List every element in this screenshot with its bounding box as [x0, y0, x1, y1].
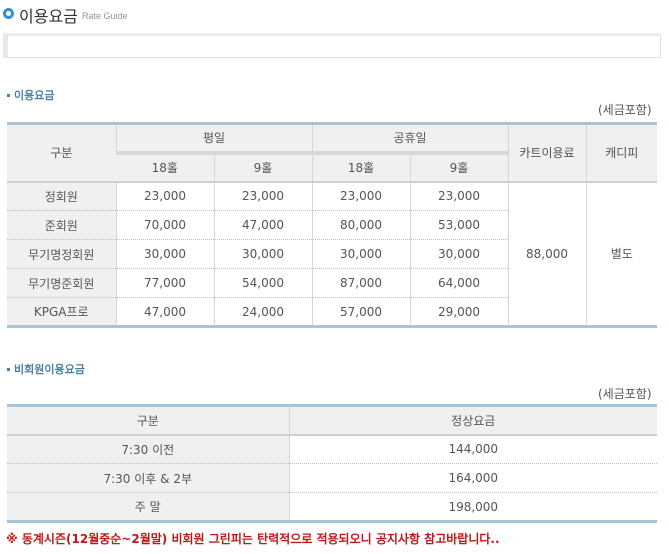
cell-holiday-18: 23,000 — [311, 180, 410, 211]
cell-weekday-18: 30,000 — [115, 239, 214, 269]
cell-weekday-18: 47,000 — [115, 297, 214, 327]
cell-weekday-9: 23,000 — [213, 180, 312, 211]
table-row: 7:30 이전 144,000 — [7, 433, 657, 464]
row-label: KPGA프로 — [7, 297, 116, 327]
cell-weekday-18: 23,000 — [115, 180, 214, 211]
cell-holiday-18: 87,000 — [311, 268, 410, 298]
cell-weekday-9: 30,000 — [213, 239, 312, 269]
row-label: 7:30 이전 — [7, 433, 289, 464]
circle-bullet-icon — [3, 8, 14, 19]
notice-box — [3, 33, 661, 58]
winter-season-footnote: ※ 동계시즌(12월중순~2월말) 비회원 그린피는 탄력적으로 적용되오니 공… — [6, 532, 500, 546]
cell-holiday-18: 80,000 — [311, 210, 410, 240]
header-holiday-9: 9홀 — [409, 150, 508, 182]
row-label: 주 말 — [7, 492, 289, 522]
page-title: 이용요금 — [19, 7, 78, 26]
cell-holiday-9: 64,000 — [409, 268, 508, 298]
nonmember-section-title: 비회원이용요금 — [7, 361, 85, 377]
row-label: 정회원 — [7, 180, 116, 211]
cell-price: 164,000 — [288, 463, 657, 493]
cell-holiday-9: 23,000 — [409, 180, 508, 211]
nonmember-table: 구분 정상요금 7:30 이전 144,000 7:30 이후 & 2부 164… — [7, 404, 657, 523]
cell-holiday-9: 29,000 — [409, 297, 508, 327]
cell-holiday-18: 57,000 — [311, 297, 410, 327]
header-category: 구분 — [7, 405, 289, 435]
row-label: 무기명정회원 — [7, 239, 116, 269]
cell-weekday-18: 77,000 — [115, 268, 214, 298]
row-label: 무기명준회원 — [7, 268, 116, 298]
header-caddie: 캐디피 — [585, 123, 657, 182]
rate-section-title-text: 이용요금 — [14, 89, 55, 102]
nonmember-tax-note: (세금포함) — [598, 387, 652, 401]
cell-weekday-9: 24,000 — [213, 297, 312, 327]
cell-weekday-9: 54,000 — [213, 268, 312, 298]
cart-fee: 88,000 — [507, 180, 586, 327]
table-row: 정회원 23,000 23,000 23,000 23,000 88,000 별… — [7, 180, 657, 327]
header-weekday-9: 9홀 — [213, 150, 312, 182]
cell-holiday-9: 30,000 — [409, 239, 508, 269]
table-row: 7:30 이후 & 2부 164,000 — [7, 463, 657, 493]
rate-tax-note: (세금포함) — [598, 103, 652, 117]
rate-table: 구분 평일 공휴일 카트이용료 캐디피 18홀 9홀 18홀 9홀 정회원 23… — [7, 122, 657, 328]
header-weekday: 평일 — [115, 123, 312, 153]
cell-weekday-9: 47,000 — [213, 210, 312, 240]
row-label: 7:30 이후 & 2부 — [7, 463, 289, 493]
nonmember-section-title-text: 비회원이용요금 — [14, 363, 85, 376]
header-regular-price: 정상요금 — [288, 405, 657, 435]
cell-price: 198,000 — [288, 492, 657, 522]
header-cart: 카트이용료 — [507, 123, 586, 182]
cell-price: 144,000 — [288, 433, 657, 464]
header-category: 구분 — [7, 123, 116, 182]
table-row: 주 말 198,000 — [7, 492, 657, 522]
rate-section-title: 이용요금 — [7, 87, 54, 103]
header-holiday-18: 18홀 — [311, 150, 410, 182]
cell-holiday-9: 53,000 — [409, 210, 508, 240]
header-weekday-18: 18홀 — [116, 150, 214, 182]
page-subtitle: Rate Guide — [82, 11, 128, 21]
header-holiday: 공휴일 — [311, 123, 508, 153]
row-label: 준회원 — [7, 210, 116, 240]
cell-weekday-18: 70,000 — [115, 210, 214, 240]
square-bullet-icon — [7, 367, 10, 371]
cell-holiday-18: 30,000 — [311, 239, 410, 269]
square-bullet-icon — [7, 93, 10, 97]
caddie-fee: 별도 — [585, 180, 657, 327]
page-header: 이용요금 Rate Guide — [0, 0, 669, 30]
